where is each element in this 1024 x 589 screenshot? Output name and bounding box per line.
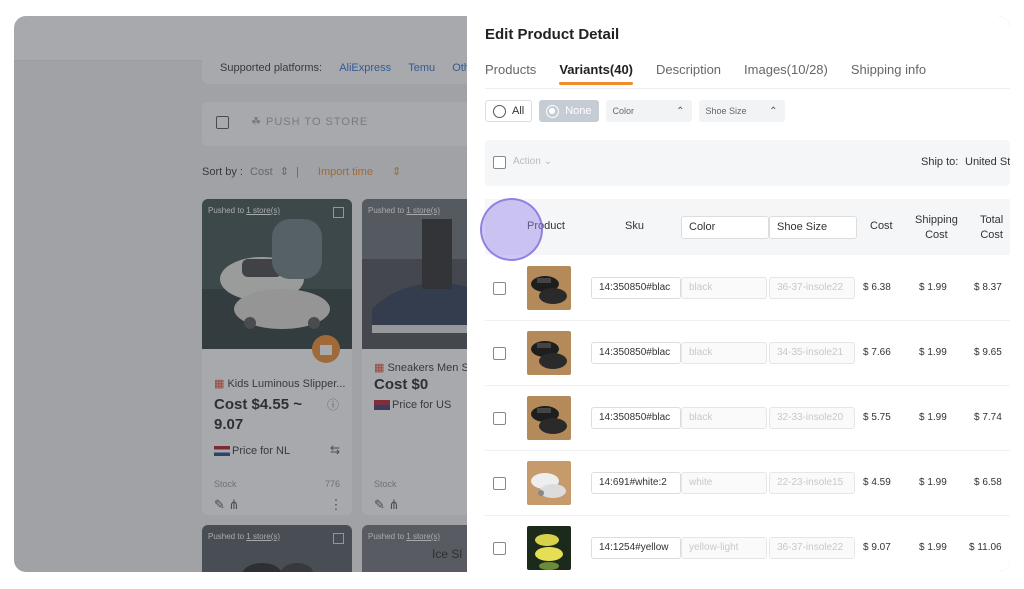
- color-header-input[interactable]: Color: [681, 216, 769, 239]
- shoe-size-value-field[interactable]: 36-37-insole22: [769, 277, 855, 299]
- app-window: Supported platforms: AliExpress Temu Oth…: [14, 16, 1010, 572]
- color-value-field[interactable]: white: [681, 472, 767, 494]
- color-filter-select[interactable]: Color ⌃: [605, 100, 692, 122]
- variant-thumbnail: [527, 461, 571, 505]
- shoe-size-value-field[interactable]: 34-35-insole21: [769, 342, 855, 364]
- header-total-cost: Total Cost: [980, 214, 1004, 241]
- radio-icon: [493, 104, 506, 118]
- drawer-title: Edit Product Detail: [485, 26, 620, 43]
- header-shipping-cost: Shipping Cost: [915, 214, 958, 241]
- shipping-cost-value: $ 1.99: [919, 477, 947, 488]
- cost-value: $ 4.59: [863, 477, 891, 488]
- chevron-down-icon: ⌄: [543, 156, 552, 167]
- variant-thumbnail: [527, 396, 571, 440]
- shoe-size-filter-select[interactable]: Shoe Size ⌃: [698, 100, 785, 122]
- variants-table-header: Product Sku Color Shoe Size Cost Shippin…: [485, 199, 1010, 255]
- filter-none-radio[interactable]: None: [539, 100, 599, 122]
- shoe-size-value-field[interactable]: 22-23-insole15: [769, 472, 855, 494]
- sku-input[interactable]: 14:691#white:2: [591, 472, 681, 494]
- radio-selected-icon: [546, 104, 560, 118]
- shoe-size-value-field[interactable]: 36-37-insole22: [769, 537, 855, 559]
- tab-shipping-info[interactable]: Shipping info: [851, 62, 926, 85]
- row-checkbox[interactable]: [493, 282, 506, 295]
- table-row: 14:350850#blac black 36-37-insole22 $ 6.…: [485, 256, 1010, 321]
- ship-to-select[interactable]: United St: [965, 156, 1010, 168]
- chevron-up-icon: ⌃: [769, 105, 778, 117]
- table-row: 14:350850#blac black 34-35-insole21 $ 7.…: [485, 321, 1010, 386]
- shipping-cost-value: $ 1.99: [919, 412, 947, 423]
- action-dropdown[interactable]: Action ⌄: [513, 156, 552, 167]
- header-sku: Sku: [625, 220, 644, 232]
- ship-to-label: Ship to:: [921, 156, 959, 168]
- cost-value: $ 6.38: [863, 282, 891, 293]
- total-cost-value: $ 7.74: [974, 412, 1002, 423]
- total-cost-value: $ 6.58: [974, 477, 1002, 488]
- row-checkbox[interactable]: [493, 412, 506, 425]
- table-row: 14:691#white:2 white 22-23-insole15 $ 4.…: [485, 451, 1010, 516]
- variant-thumbnail: [527, 331, 571, 375]
- tab-variants[interactable]: Variants(40): [559, 62, 633, 85]
- click-indicator: [480, 198, 543, 261]
- row-checkbox[interactable]: [493, 477, 506, 490]
- row-checkbox[interactable]: [493, 542, 506, 555]
- tab-images[interactable]: Images(10/28): [744, 62, 828, 85]
- total-cost-value: $ 9.65: [974, 347, 1002, 358]
- sku-input[interactable]: 14:350850#blac: [591, 407, 681, 429]
- row-checkbox[interactable]: [493, 347, 506, 360]
- color-value-field[interactable]: black: [681, 407, 767, 429]
- color-value-field[interactable]: black: [681, 342, 767, 364]
- select-all-variants-checkbox[interactable]: [493, 156, 506, 169]
- total-cost-value: $ 8.37: [974, 282, 1002, 293]
- shipping-cost-value: $ 1.99: [919, 542, 947, 553]
- edit-product-drawer: Edit Product Detail Products Variants(40…: [467, 16, 1010, 572]
- variant-thumbnail: [527, 266, 571, 310]
- sku-input[interactable]: 14:350850#blac: [591, 342, 681, 364]
- table-row: 14:1254#yellow yellow-light 36-37-insole…: [485, 516, 1010, 572]
- action-bar: Action ⌄ Ship to: United St: [485, 140, 1010, 186]
- header-cost: Cost: [870, 220, 893, 232]
- total-cost-value: $ 11.06: [969, 542, 1002, 553]
- shipping-cost-value: $ 1.99: [919, 282, 947, 293]
- shoe-size-header-input[interactable]: Shoe Size: [769, 216, 857, 239]
- color-value-field[interactable]: black: [681, 277, 767, 299]
- tab-bar: Products Variants(40) Description Images…: [485, 62, 949, 85]
- chevron-up-icon: ⌃: [676, 105, 685, 117]
- shoe-size-value-field[interactable]: 32-33-insole20: [769, 407, 855, 429]
- sku-input[interactable]: 14:350850#blac: [591, 277, 681, 299]
- table-row: 14:350850#blac black 32-33-insole20 $ 5.…: [485, 386, 1010, 451]
- variant-thumbnail: [527, 526, 571, 570]
- tab-description[interactable]: Description: [656, 62, 721, 85]
- sku-input[interactable]: 14:1254#yellow: [591, 537, 681, 559]
- cost-value: $ 7.66: [863, 347, 891, 358]
- variant-filters: All None Color ⌃ Shoe Size ⌃: [485, 100, 792, 122]
- filter-all-radio[interactable]: All: [485, 100, 533, 122]
- tab-divider: [485, 88, 1010, 89]
- color-value-field[interactable]: yellow-light: [681, 537, 767, 559]
- shipping-cost-value: $ 1.99: [919, 347, 947, 358]
- cost-value: $ 5.75: [863, 412, 891, 423]
- tab-products[interactable]: Products: [485, 62, 536, 85]
- cost-value: $ 9.07: [863, 542, 891, 553]
